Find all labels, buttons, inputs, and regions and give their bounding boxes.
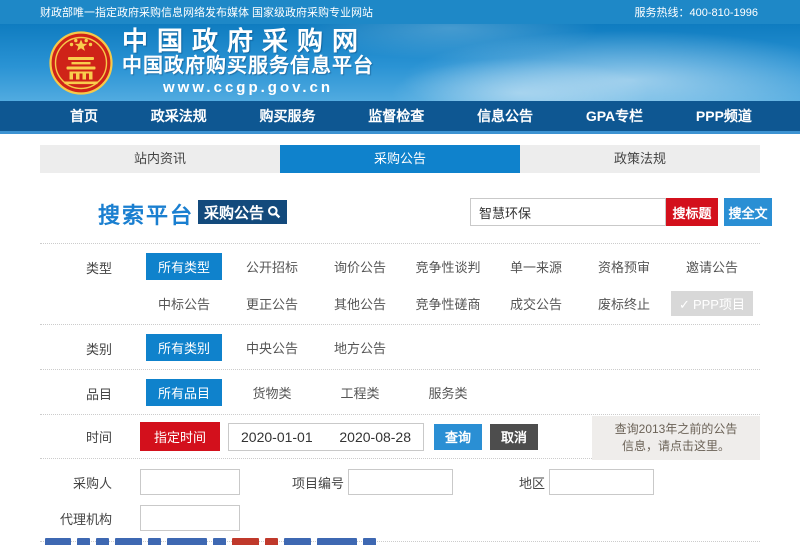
filter-chip-all-categories[interactable]: 所有类别 <box>146 334 222 361</box>
tab-policies-regulations[interactable]: 政策法规 <box>520 145 760 173</box>
nav-item-procurement-regulations[interactable]: 政采法规 <box>151 106 207 126</box>
service-hotline: 服务热线：400-810-1996 <box>634 4 758 20</box>
nav-item-home[interactable]: 首页 <box>70 106 98 126</box>
filter-panel: 类型 所有类型 公开招标 询价公告 竞争性谈判 单一来源 资格预审 邀请公告 中… <box>40 243 760 542</box>
filter-chip-all-types[interactable]: 所有类型 <box>146 253 222 280</box>
filter-option-competitive-consultation[interactable]: 竞争性磋商 <box>404 294 492 313</box>
category-label: 类别 <box>40 334 140 358</box>
search-platform-title: 搜索平台 <box>98 198 194 230</box>
agency-label: 代理机构 <box>40 509 140 528</box>
purchaser-label: 采购人 <box>40 473 140 492</box>
agency-filter-row: 代理机构 <box>40 498 760 542</box>
type-options: 所有类型 公开招标 询价公告 竞争性谈判 单一来源 资格预审 邀请公告 中标公告… <box>140 253 756 316</box>
item-label: 品目 <box>40 379 140 403</box>
purchaser-input[interactable] <box>140 469 240 495</box>
filter-option-single-source[interactable]: 单一来源 <box>492 257 580 276</box>
national-emblem-logo[interactable] <box>49 31 113 95</box>
filter-option-other-announcement[interactable]: 其他公告 <box>316 294 404 313</box>
query-button[interactable]: 查询 <box>434 424 482 450</box>
project-no-input[interactable] <box>348 469 453 495</box>
cancel-button[interactable]: 取消 <box>490 424 538 450</box>
item-filter-row: 品目 所有品目 货物类 工程类 服务类 <box>40 370 760 415</box>
notice-line1: 查询2013年之前的公告 <box>592 421 760 438</box>
specified-time-chip[interactable]: 指定时间 <box>140 422 220 451</box>
search-fulltext-button[interactable]: 搜全文 <box>724 198 772 226</box>
nav-item-ppp-channel[interactable]: PPP频道 <box>696 106 752 126</box>
magnifier-icon <box>267 205 281 219</box>
filter-option-transaction-announcement[interactable]: 成交公告 <box>492 294 580 313</box>
filter-option-goods[interactable]: 货物类 <box>228 383 316 402</box>
project-no-label: 项目编号 <box>292 473 344 492</box>
nav-item-purchase-services[interactable]: 购买服务 <box>260 106 316 126</box>
filter-chip-all-items[interactable]: 所有品目 <box>146 379 222 406</box>
tab-site-news[interactable]: 站内资讯 <box>40 145 280 173</box>
category-filter-row: 类别 所有类别 中央公告 地方公告 <box>40 325 760 370</box>
category-options: 所有类别 中央公告 地方公告 <box>140 334 756 361</box>
search-input[interactable] <box>470 198 666 226</box>
date-range-box: 2020-01-01 2020-08-28 <box>228 423 424 451</box>
filter-option-central-announcements[interactable]: 中央公告 <box>228 338 316 357</box>
time-filter-row: 时间 指定时间 2020-01-01 2020-08-28 查询 取消 查询20… <box>40 415 760 459</box>
old-announcements-notice-link[interactable]: 查询2013年之前的公告 信息，请点击这里。 <box>592 416 760 460</box>
region-label: 地区 <box>519 473 545 492</box>
region-input[interactable] <box>549 469 654 495</box>
cloud-decoration <box>400 30 800 101</box>
agency-input[interactable] <box>140 505 240 531</box>
site-subtitle: 中国政府购买服务信息平台 <box>122 55 374 78</box>
topbar: 财政部唯一指定政府采购信息网络发布媒体 国家级政府采购专业网站 服务热线：400… <box>0 0 800 24</box>
filter-option-local-announcements[interactable]: 地方公告 <box>316 338 404 357</box>
filter-option-correction-announcement[interactable]: 更正公告 <box>228 294 316 313</box>
nav-item-supervision-inspection[interactable]: 监督检查 <box>368 106 424 126</box>
main-nav: 首页 政采法规 购买服务 监督检查 信息公告 GPA专栏 PPP频道 <box>0 101 800 134</box>
nav-item-gpa-column[interactable]: GPA专栏 <box>586 106 643 126</box>
search-section: 搜索平台 采购公告 搜标题 搜全文 <box>40 197 760 227</box>
notice-line2: 信息，请点击这里。 <box>592 438 760 455</box>
ppp-project-toggle[interactable]: PPP项目 <box>671 291 753 316</box>
filter-option-open-tender[interactable]: 公开招标 <box>228 257 316 276</box>
site-title-block: 中国政府采购网 中国政府购买服务信息平台 www.ccgp.gov.cn <box>122 28 374 97</box>
section-tabs: 站内资讯 采购公告 政策法规 <box>40 145 760 173</box>
filter-option-award-announcement[interactable]: 中标公告 <box>140 294 228 313</box>
cloud-decoration <box>390 58 650 101</box>
filter-option-engineering[interactable]: 工程类 <box>316 383 404 402</box>
time-label: 时间 <box>40 427 140 446</box>
item-options: 所有品目 货物类 工程类 服务类 <box>140 379 756 406</box>
filter-option-bid-cancellation[interactable]: 废标终止 <box>580 294 668 313</box>
filter-option-inquiry-announcement[interactable]: 询价公告 <box>316 257 404 276</box>
filter-option-invitation-announcement[interactable]: 邀请公告 <box>668 257 756 276</box>
site-header: 中国政府采购网 中国政府购买服务信息平台 www.ccgp.gov.cn <box>0 24 800 101</box>
extra-filters-row: 采购人 项目编号 地区 <box>40 459 760 498</box>
national-emblem-icon <box>49 31 113 95</box>
filter-option-services[interactable]: 服务类 <box>404 383 492 402</box>
ppp-toggle-label: PPP项目 <box>693 297 745 312</box>
search-title-button[interactable]: 搜标题 <box>666 198 718 226</box>
topbar-slogan: 财政部唯一指定政府采购信息网络发布媒体 国家级政府采购专业网站 <box>40 4 373 20</box>
site-title: 中国政府采购网 <box>122 28 374 55</box>
type-filter-row: 类型 所有类型 公开招标 询价公告 竞争性谈判 单一来源 资格预审 邀请公告 中… <box>40 244 760 325</box>
page: 财政部唯一指定政府采购信息网络发布媒体 国家级政府采购专业网站 服务热线：400… <box>0 0 800 545</box>
badge-label: 采购公告 <box>204 202 264 223</box>
type-label: 类型 <box>40 253 140 277</box>
announcement-category-badge[interactable]: 采购公告 <box>198 200 287 224</box>
tab-procurement-announcements[interactable]: 采购公告 <box>280 145 520 173</box>
date-from-input[interactable]: 2020-01-01 <box>241 429 313 445</box>
nav-item-information-announcements[interactable]: 信息公告 <box>477 106 533 126</box>
filter-option-competitive-negotiation[interactable]: 竞争性谈判 <box>404 257 492 276</box>
site-url: www.ccgp.gov.cn <box>122 78 374 97</box>
date-to-input[interactable]: 2020-08-28 <box>339 429 411 445</box>
filter-option-prequalification[interactable]: 资格预审 <box>580 257 668 276</box>
check-icon <box>679 297 693 312</box>
clipped-result-row <box>45 538 376 545</box>
